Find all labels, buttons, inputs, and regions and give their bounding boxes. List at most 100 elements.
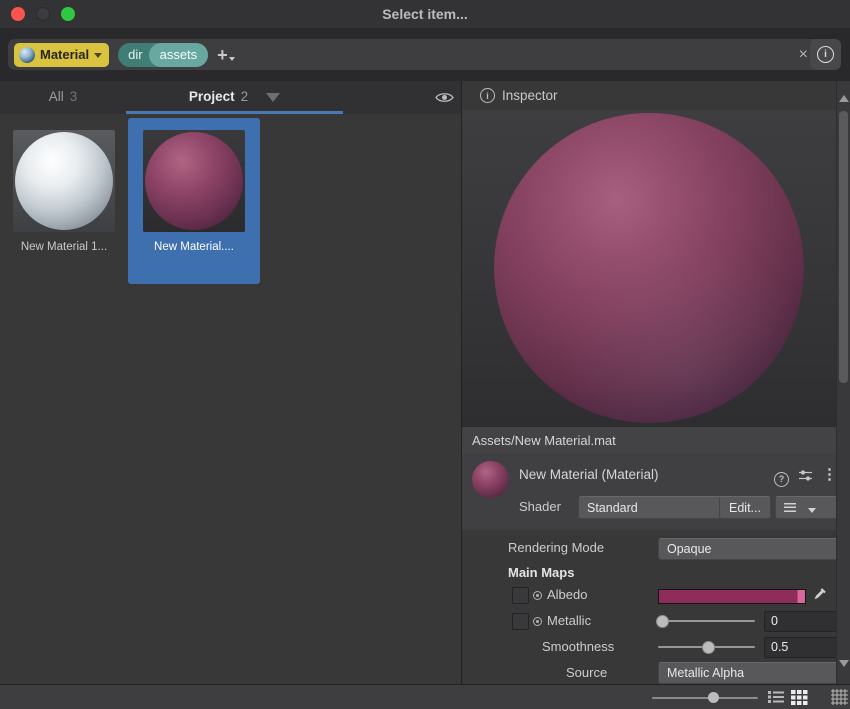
metallic-slider[interactable]: [658, 620, 755, 622]
shader-label: Shader: [519, 499, 561, 514]
inspector-header: i Inspector: [462, 81, 850, 110]
tab-all-label: All: [49, 89, 64, 104]
material-inspector-header: New Material (Material) ? ⋮ Shader Stand…: [462, 453, 836, 531]
info-icon: i: [817, 46, 834, 63]
albedo-object-picker-icon[interactable]: [533, 591, 542, 600]
eye-icon: [435, 91, 454, 104]
material-preview-sphere: [494, 113, 804, 423]
tab-all[interactable]: All 3: [0, 81, 126, 111]
kebab-icon: ⋮: [822, 466, 837, 483]
presets-button[interactable]: [798, 469, 813, 487]
chevron-down-icon: [94, 53, 102, 62]
rendering-mode-row: Rendering Mode Opaque: [462, 536, 836, 560]
inspector-title: Inspector: [502, 88, 558, 103]
smoothness-slider[interactable]: [658, 646, 755, 648]
material-type-icon: [19, 47, 35, 63]
albedo-label: Albedo: [547, 583, 587, 607]
shader-list-dropdown-button[interactable]: [775, 496, 840, 519]
info-icon: i: [480, 88, 495, 103]
rendering-mode-value: Opaque: [667, 542, 711, 556]
smoothness-value-field[interactable]: 0.5: [764, 637, 838, 658]
grid-view-button[interactable]: [791, 690, 808, 709]
source-dropdown[interactable]: Metallic Alpha: [658, 662, 850, 684]
main-maps-heading: Main Maps: [508, 561, 574, 585]
grid-item-new-material-1[interactable]: New Material 1...: [0, 118, 128, 284]
scroll-up-icon[interactable]: [839, 90, 849, 102]
status-bar: [0, 684, 850, 709]
window-title: Select item...: [0, 6, 850, 22]
grid-item-label: New Material 1...: [21, 241, 107, 253]
scrollbar-thumb[interactable]: [839, 111, 848, 383]
chevron-down-icon: [808, 508, 816, 517]
metallic-value-field[interactable]: 0: [764, 611, 838, 632]
metallic-texture-slot[interactable]: [512, 613, 529, 630]
clear-search-button[interactable]: ×: [799, 46, 808, 64]
thumbnail-size-knob[interactable]: [708, 692, 719, 703]
chevron-down-icon: [229, 57, 235, 64]
search-input[interactable]: Material dir assets + ×: [8, 39, 820, 70]
select-item-window: Select item... Material dir assets + × i: [0, 0, 850, 709]
material-thumbnail: [13, 130, 115, 232]
type-filter-label: Material: [40, 47, 89, 62]
main-maps-row: Main Maps: [462, 561, 836, 585]
toggle-visibility-button[interactable]: [435, 91, 454, 109]
smoothness-row: Smoothness 0.5: [462, 635, 836, 659]
add-filter-button[interactable]: +: [217, 43, 235, 67]
dense-grid-button[interactable]: [831, 689, 848, 709]
chevron-down-icon[interactable]: [266, 93, 280, 109]
rendering-mode-label: Rendering Mode: [508, 536, 604, 560]
maroon-sphere-preview: [145, 132, 243, 230]
material-thumbnail: [143, 130, 245, 232]
eyedropper-icon[interactable]: [812, 587, 827, 607]
smoothness-label: Smoothness: [542, 635, 614, 659]
dir-filter-token[interactable]: dir assets: [118, 43, 208, 67]
material-preview-area[interactable]: [462, 110, 836, 426]
title-bar: Select item...: [0, 0, 850, 28]
metallic-slider-knob[interactable]: [656, 615, 669, 628]
material-properties: Rendering Mode Opaque Main Maps Albedo: [462, 530, 836, 684]
edit-button-label: Edit...: [729, 501, 761, 515]
asset-grid: New Material 1... New Material....: [0, 114, 461, 684]
tab-project-count: 2: [241, 89, 249, 104]
albedo-row: Albedo: [462, 583, 836, 607]
gray-sphere-preview: [15, 132, 113, 230]
dir-filter-value: assets: [149, 43, 209, 67]
tab-all-count: 3: [70, 89, 78, 104]
source-row: Source Metallic Alpha: [462, 661, 836, 685]
shader-value: Standard: [587, 501, 638, 515]
grid-view-icon: [791, 690, 808, 705]
edit-shader-button[interactable]: Edit...: [719, 496, 771, 519]
albedo-texture-slot[interactable]: [512, 587, 529, 604]
smoothness-slider-knob[interactable]: [702, 641, 715, 654]
inspector-panel: i Inspector Assets/New Material.mat New …: [462, 81, 850, 684]
asset-path-bar: Assets/New Material.mat: [462, 426, 846, 455]
albedo-color-swatch[interactable]: [658, 589, 806, 604]
material-title: New Material (Material): [519, 467, 659, 482]
dense-grid-icon: [831, 689, 848, 705]
search-bar: Material dir assets + × i: [0, 28, 850, 82]
grid-item-new-material-selected[interactable]: New Material....: [128, 118, 260, 284]
metallic-label: Metallic: [547, 609, 591, 633]
thumbnail-size-slider[interactable]: [652, 697, 758, 699]
type-filter-token[interactable]: Material: [14, 43, 109, 67]
metallic-row: Metallic 0: [462, 609, 836, 633]
dir-filter-key: dir: [118, 47, 148, 62]
metallic-object-picker-icon[interactable]: [533, 617, 542, 626]
scroll-down-icon[interactable]: [839, 660, 849, 672]
grid-item-label: New Material....: [154, 241, 234, 253]
results-tab-bar: All 3 Project 2: [0, 81, 461, 114]
list-lines-icon: [784, 503, 796, 512]
help-button[interactable]: ?: [774, 469, 789, 487]
source-value: Metallic Alpha: [667, 666, 744, 680]
tab-project-label: Project: [189, 89, 235, 104]
list-view-button[interactable]: [767, 690, 785, 709]
plus-icon: +: [217, 43, 228, 67]
help-icon: ?: [774, 472, 789, 487]
asset-path: Assets/New Material.mat: [472, 433, 616, 448]
material-sphere-icon: [472, 461, 509, 498]
search-help-button[interactable]: i: [810, 39, 841, 70]
tab-project[interactable]: Project 2: [126, 81, 343, 111]
inspector-scrollbar[interactable]: [836, 81, 850, 684]
rendering-mode-dropdown[interactable]: Opaque: [658, 538, 850, 560]
more-options-button[interactable]: ⋮: [822, 465, 837, 483]
